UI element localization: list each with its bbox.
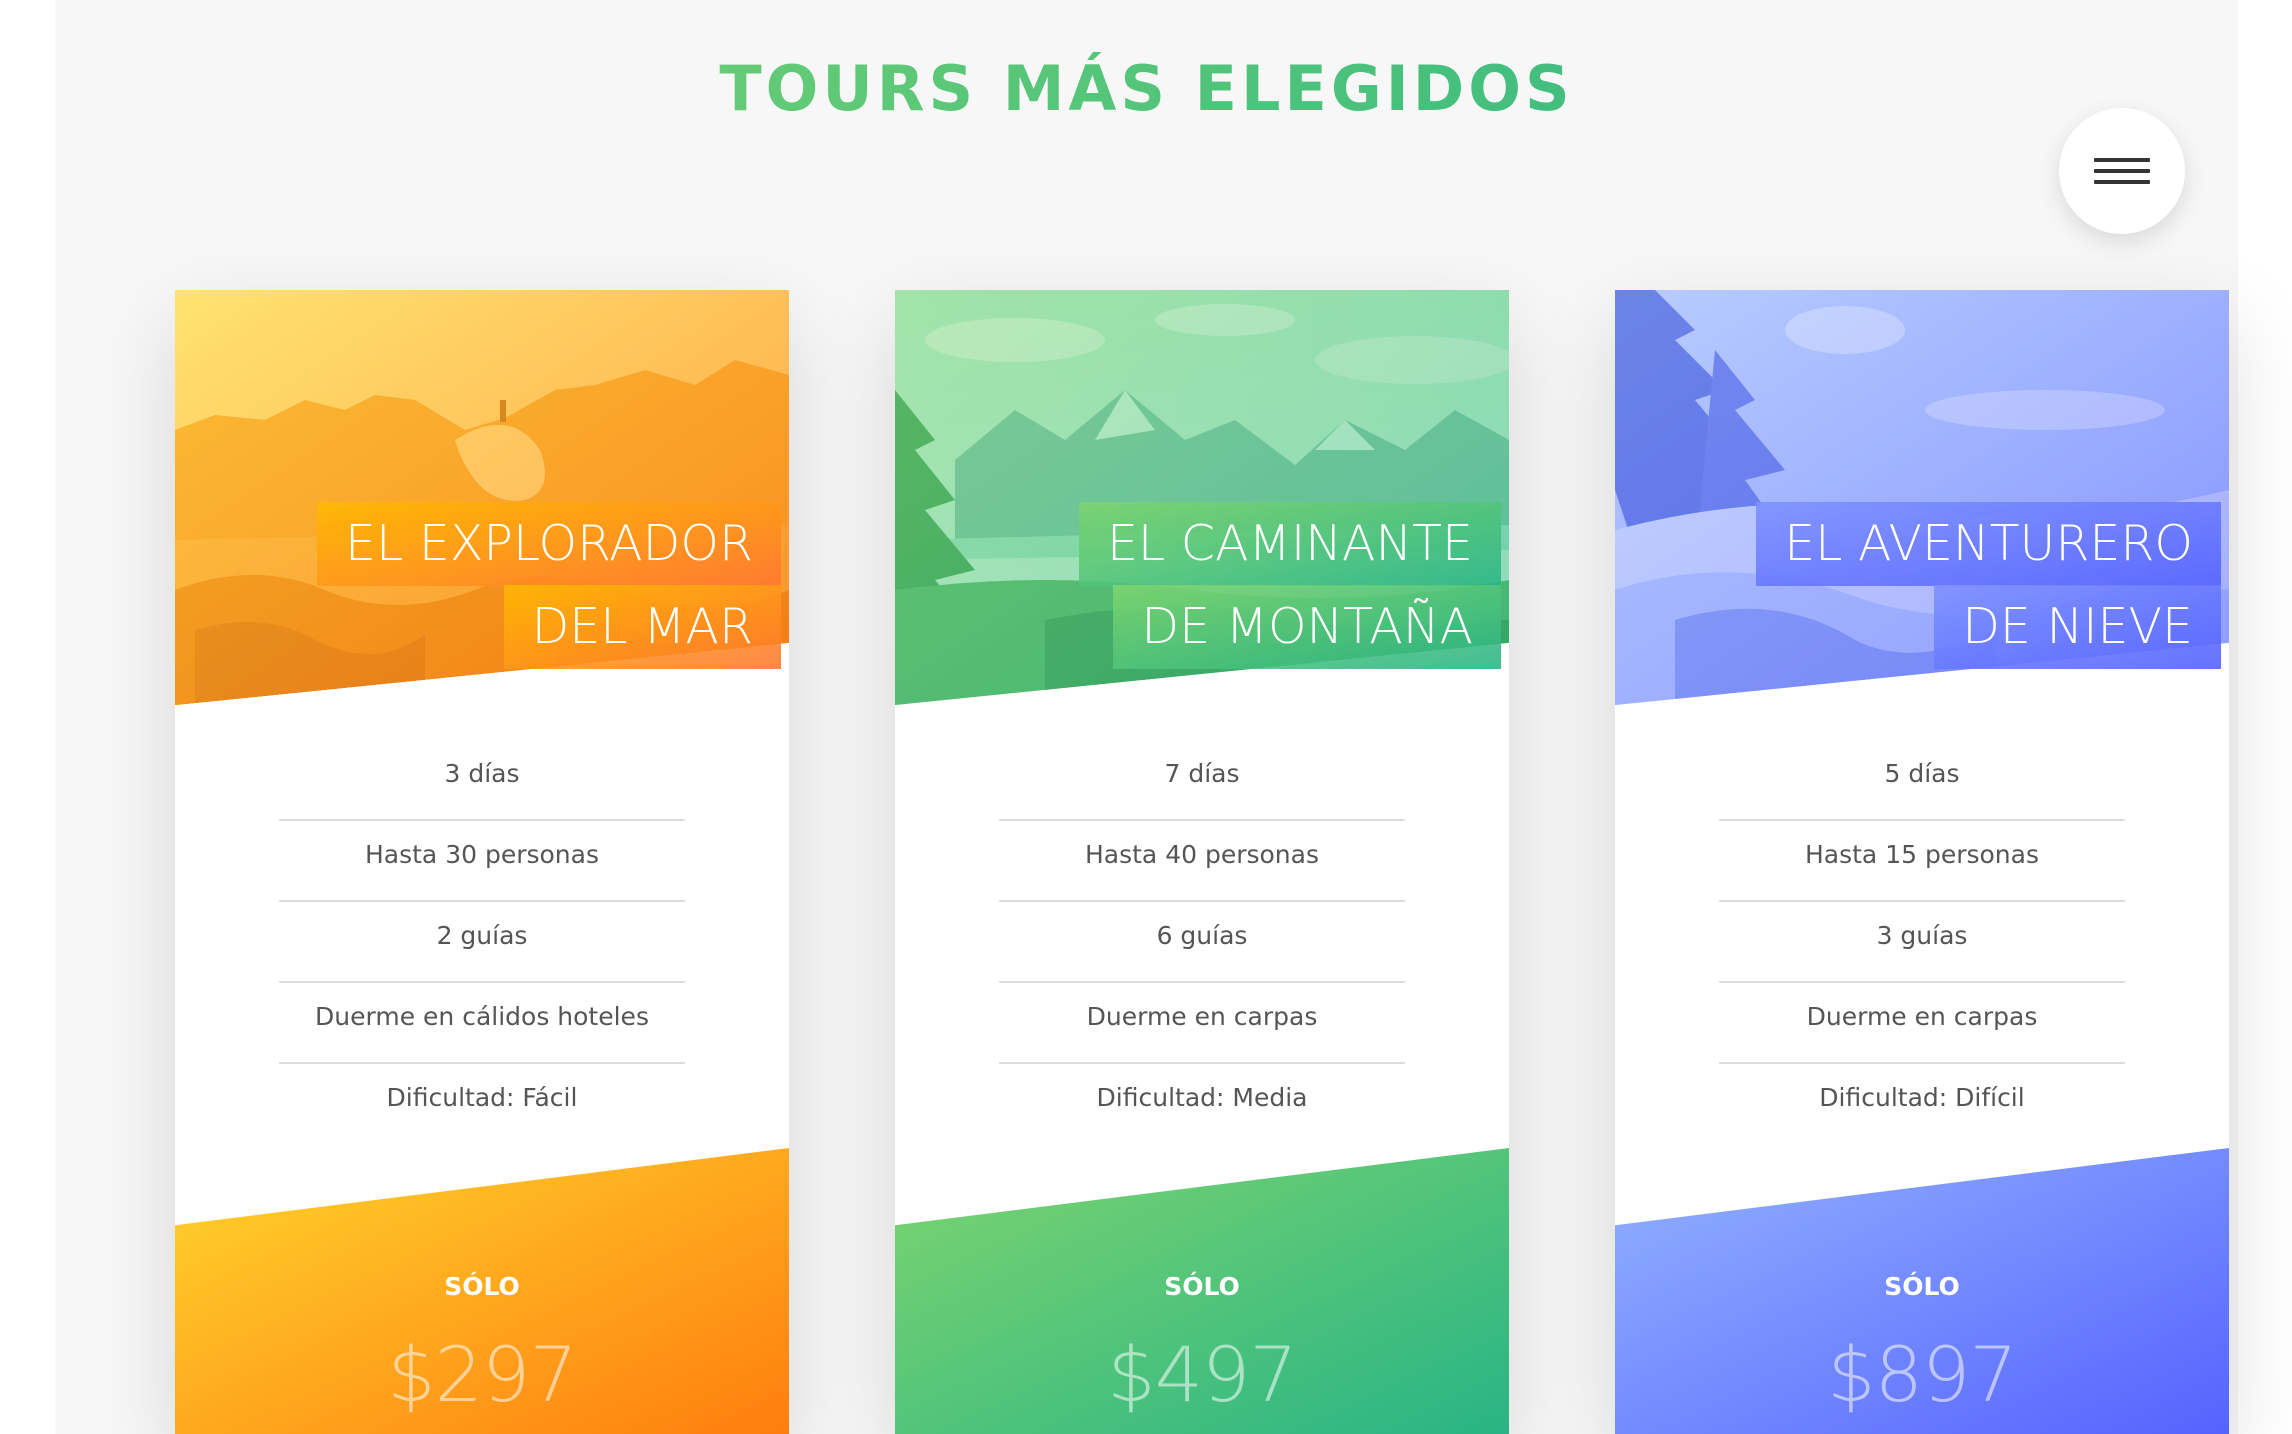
detail-item-difficulty: Dificultad: Media bbox=[1096, 1083, 1308, 1112]
detail-item-lodging: Duerme en cálidos hoteles bbox=[279, 983, 685, 1064]
price-only-label: SÓLO bbox=[1884, 1272, 1960, 1301]
price-value: $297 bbox=[387, 1330, 577, 1419]
detail-item-duration: 5 días bbox=[1719, 740, 2125, 821]
detail-item-lodging: Duerme en carpas bbox=[1719, 983, 2125, 1064]
tour-card-sea-explorer[interactable]: EL EXPLORADOR DEL MAR 3 días Hasta 30 pe… bbox=[175, 290, 789, 1434]
tours-section: TOURS MÁS ELEGIDOS EL EXPLORADOR DEL MAR… bbox=[55, 0, 2238, 1434]
tour-card-heading: EL EXPLORADOR DEL MAR bbox=[317, 502, 781, 669]
price-only-label: SÓLO bbox=[1164, 1272, 1240, 1301]
price-value: $897 bbox=[1827, 1330, 2017, 1419]
detail-item-group-size: Hasta 40 personas bbox=[999, 821, 1405, 902]
tour-card-details: 3 días Hasta 30 personas 2 guías Duerme … bbox=[279, 740, 685, 1145]
menu-button[interactable] bbox=[2059, 108, 2185, 234]
detail-item-guides: 6 guías bbox=[999, 902, 1405, 983]
detail-item-duration: 7 días bbox=[999, 740, 1405, 821]
detail-item-group-size: Hasta 15 personas bbox=[1719, 821, 2125, 902]
detail-item-difficulty: Dificultad: Difícil bbox=[1819, 1083, 2025, 1112]
tour-card-heading: EL CAMINANTE DE MONTAÑA bbox=[1078, 502, 1501, 669]
detail-item-group-size: Hasta 30 personas bbox=[279, 821, 685, 902]
detail-item-difficulty: Dificultad: Fácil bbox=[386, 1083, 578, 1112]
tour-card-details: 5 días Hasta 15 personas 3 guías Duerme … bbox=[1719, 740, 2125, 1145]
tour-card-heading-line2: DE MONTAÑA bbox=[1113, 585, 1501, 669]
price-only-label: SÓLO bbox=[444, 1272, 520, 1301]
detail-item-lodging: Duerme en carpas bbox=[999, 983, 1405, 1064]
tour-card-mountain-walker[interactable]: EL CAMINANTE DE MONTAÑA 7 días Hasta 40 … bbox=[895, 290, 1509, 1434]
section-title: TOURS MÁS ELEGIDOS bbox=[55, 52, 2238, 125]
tour-card-details: 7 días Hasta 40 personas 6 guías Duerme … bbox=[999, 740, 1405, 1145]
price-value: $497 bbox=[1107, 1330, 1297, 1419]
tour-card-snow-adventurer[interactable]: EL AVENTURERO DE NIEVE 5 días Hasta 15 p… bbox=[1615, 290, 2229, 1434]
tour-card-heading-line1: EL EXPLORADOR bbox=[317, 502, 781, 586]
detail-item-guides: 3 guías bbox=[1719, 902, 2125, 983]
tour-card-heading-line2: DEL MAR bbox=[503, 585, 781, 669]
tour-card-heading-line1: EL CAMINANTE bbox=[1078, 502, 1501, 586]
tour-card-heading-line2: DE NIEVE bbox=[1934, 585, 2221, 669]
tour-card-heading: EL AVENTURERO DE NIEVE bbox=[1756, 502, 2221, 669]
detail-item-duration: 3 días bbox=[279, 740, 685, 821]
detail-item-guides: 2 guías bbox=[279, 902, 685, 983]
tour-card-heading-line1: EL AVENTURERO bbox=[1756, 502, 2221, 586]
